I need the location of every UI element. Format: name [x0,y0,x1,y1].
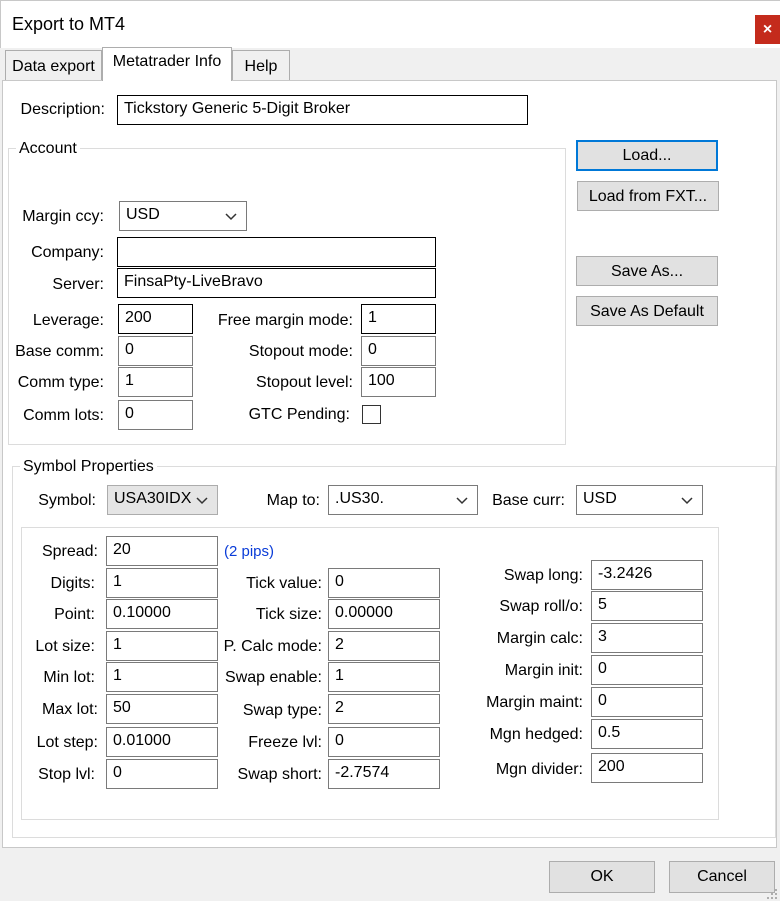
free-margin-mode-label: Free margin mode: [217,312,353,329]
base-curr-label: Base curr: [492,492,565,509]
save-as-default-button[interactable]: Save As Default [576,296,718,326]
swap-roll-input[interactable]: 5 [591,591,703,621]
lot-step-input[interactable]: 0.01000 [106,727,218,757]
chevron-down-icon [456,497,468,505]
save-as-button[interactable]: Save As... [576,256,718,286]
resize-grip-icon[interactable] [766,888,778,900]
mgn-hedged-input[interactable]: 0.5 [591,719,703,749]
point-input[interactable]: 0.10000 [106,599,218,629]
swap-long-input[interactable]: -3.2426 [591,560,703,590]
swap-enable-label: Swap enable: [225,669,322,686]
stopout-mode-input[interactable]: 0 [361,336,436,366]
p-calc-mode-label: P. Calc mode: [223,638,322,655]
swap-short-input[interactable]: -2.7574 [328,759,440,789]
spread-pips-text: (2 pips) [224,543,275,560]
company-input[interactable] [117,237,436,267]
tab-metatrader-info[interactable]: Metatrader Info [102,47,232,81]
base-comm-input[interactable]: 0 [118,336,193,366]
chevron-down-icon [196,497,208,505]
lot-size-input[interactable]: 1 [106,631,218,661]
p-calc-mode-input[interactable]: 2 [328,631,440,661]
base-curr-value: USD [583,490,617,507]
load-button[interactable]: Load... [576,140,718,171]
lot-step-label: Lot step: [36,734,98,751]
gtc-pending-checkbox[interactable] [362,405,381,424]
margin-ccy-label: Margin ccy: [22,208,104,225]
tick-size-label: Tick size: [255,606,322,623]
margin-maint-input[interactable]: 0 [591,687,703,717]
stop-lvl-input[interactable]: 0 [106,759,218,789]
mgn-divider-input[interactable]: 200 [591,753,703,783]
base-curr-select[interactable]: USD [576,485,703,515]
description-input[interactable]: Tickstory Generic 5-Digit Broker [117,95,528,125]
chevron-down-icon [225,213,237,221]
tick-value-label: Tick value: [246,575,322,592]
margin-ccy-value: USD [126,206,160,223]
digits-label: Digits: [50,575,95,592]
symbol-properties-title: Symbol Properties [20,458,157,476]
comm-type-label: Comm type: [17,374,104,391]
close-icon: × [762,20,773,38]
symbol-select[interactable]: USA30IDX [107,485,218,515]
stop-lvl-label: Stop lvl: [38,766,95,783]
cancel-button[interactable]: Cancel [669,861,775,893]
mgn-divider-label: Mgn divider: [495,761,583,778]
margin-calc-input[interactable]: 3 [591,623,703,653]
swap-long-label: Swap long: [503,567,583,584]
margin-calc-label: Margin calc: [496,630,583,647]
point-label: Point: [54,606,95,623]
swap-type-input[interactable]: 2 [328,694,440,724]
ok-button[interactable]: OK [549,861,655,893]
mgn-hedged-label: Mgn hedged: [489,726,583,743]
margin-init-input[interactable]: 0 [591,655,703,685]
dialog-footer [0,848,780,901]
close-button[interactable]: × [755,15,780,44]
digits-input[interactable]: 1 [106,568,218,598]
freeze-lvl-label: Freeze lvl: [248,734,322,751]
swap-roll-label: Swap roll/o: [499,598,583,615]
window-title: Export to MT4 [12,14,126,34]
min-lot-input[interactable]: 1 [106,662,218,692]
comm-lots-input[interactable]: 0 [118,400,193,430]
map-to-select[interactable]: .US30. [328,485,478,515]
margin-ccy-select[interactable]: USD [119,201,247,231]
stopout-level-label: Stopout level: [256,374,353,391]
tab-data-export[interactable]: Data export [5,50,102,80]
description-label: Description: [20,101,105,118]
margin-maint-label: Margin maint: [486,694,583,711]
spread-label: Spread: [41,543,98,560]
margin-init-label: Margin init: [504,662,583,679]
swap-enable-input[interactable]: 1 [328,662,440,692]
tick-value-input[interactable]: 0 [328,568,440,598]
leverage-input[interactable]: 200 [118,304,193,334]
max-lot-input[interactable]: 50 [106,694,218,724]
account-group-title: Account [16,140,80,158]
company-label: Company: [31,244,104,261]
swap-short-label: Swap short: [237,766,322,783]
base-comm-label: Base comm: [15,343,104,360]
spread-input[interactable]: 20 [106,536,218,566]
server-label: Server: [52,276,104,293]
map-to-label: Map to: [266,492,320,509]
max-lot-label: Max lot: [41,701,98,718]
load-from-fxt-button[interactable]: Load from FXT... [577,181,719,211]
stopout-level-input[interactable]: 100 [361,367,436,397]
swap-type-label: Swap type: [242,702,322,719]
freeze-lvl-input[interactable]: 0 [328,727,440,757]
min-lot-label: Min lot: [43,669,95,686]
server-input[interactable]: FinsaPty-LiveBravo [117,268,436,298]
chevron-down-icon [681,497,693,505]
symbol-value: USA30IDX [114,490,192,507]
gtc-pending-label: GTC Pending: [248,406,350,423]
comm-type-input[interactable]: 1 [118,367,193,397]
leverage-label: Leverage: [32,312,104,329]
free-margin-mode-input[interactable]: 1 [361,304,436,334]
lot-size-label: Lot size: [35,638,95,655]
comm-lots-label: Comm lots: [23,407,104,424]
stopout-mode-label: Stopout mode: [248,343,353,360]
tick-size-input[interactable]: 0.00000 [328,599,440,629]
tab-help[interactable]: Help [232,50,290,80]
map-to-value: .US30. [335,490,384,507]
symbol-label: Symbol: [38,492,96,509]
